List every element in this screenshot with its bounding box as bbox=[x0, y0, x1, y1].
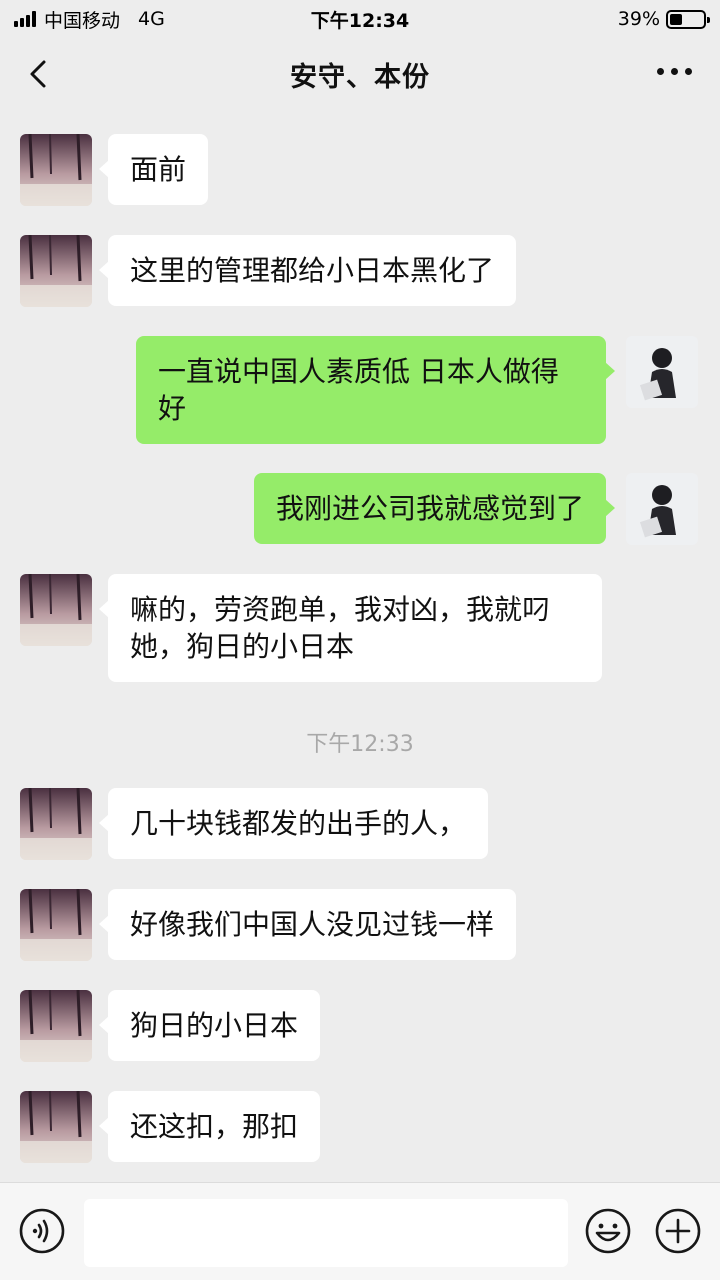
plus-icon[interactable] bbox=[654, 1207, 702, 1255]
message-input[interactable] bbox=[84, 1199, 568, 1267]
message-bubble-received[interactable]: 好像我们中国人没见过钱一样 bbox=[98, 889, 517, 960]
battery-icon bbox=[666, 9, 710, 29]
battery-percent: 39% bbox=[617, 8, 660, 30]
message-bubble-received[interactable]: 这里的管理都给小日本黑化了 bbox=[98, 235, 517, 306]
message-bubble-received[interactable]: 几十块钱都发的出手的人， bbox=[98, 788, 489, 859]
message-bubble-received[interactable]: 狗日的小日本 bbox=[98, 990, 321, 1061]
message-bubble-sent[interactable]: 我刚进公司我就感觉到了 bbox=[253, 473, 616, 544]
message-bubble-received[interactable]: 面前 bbox=[98, 134, 209, 205]
status-bar: 中国移动 4G 下午12:34 39% bbox=[0, 0, 720, 38]
contact-avatar[interactable] bbox=[20, 134, 92, 206]
message-bubble-received[interactable]: 还这扣，那扣 bbox=[98, 1091, 321, 1162]
chat-header: 安守、本份 bbox=[0, 38, 720, 110]
contact-avatar[interactable] bbox=[20, 990, 92, 1062]
contact-avatar[interactable] bbox=[20, 235, 92, 307]
network-label: 4G bbox=[138, 8, 165, 30]
more-dots-icon[interactable] bbox=[657, 68, 692, 75]
carrier-label: 中国移动 bbox=[44, 9, 121, 32]
contact-avatar[interactable] bbox=[20, 788, 92, 860]
contact-avatar[interactable] bbox=[20, 1091, 92, 1163]
user-avatar[interactable] bbox=[626, 473, 698, 545]
message-timestamp: 下午12:33 bbox=[306, 732, 414, 757]
emoji-icon[interactable] bbox=[584, 1207, 632, 1255]
status-right: 39% bbox=[617, 8, 710, 30]
user-avatar[interactable] bbox=[626, 336, 698, 408]
message-bubble-received[interactable]: 嘛的，劳资跑单，我对凶，我就叼她，狗日的小日本 bbox=[99, 574, 602, 682]
contact-avatar[interactable] bbox=[20, 889, 92, 961]
status-left: 中国移动 4G bbox=[14, 6, 165, 33]
battery-fill bbox=[670, 13, 683, 25]
chevron-left-icon[interactable] bbox=[22, 56, 58, 92]
chat-title: 安守、本份 bbox=[290, 61, 430, 93]
message-bubble-sent[interactable]: 一直说中国人素质低 日本人做得好 bbox=[136, 336, 615, 444]
voice-icon[interactable] bbox=[18, 1207, 66, 1255]
message-list[interactable]: 面前 这里的管理都给小日本黑化了 一直说中国人素质低 日本人做得好 我刚进公司我… bbox=[0, 110, 720, 1182]
contact-avatar[interactable] bbox=[20, 574, 92, 646]
input-bar bbox=[0, 1182, 720, 1280]
signal-icon bbox=[14, 11, 36, 27]
